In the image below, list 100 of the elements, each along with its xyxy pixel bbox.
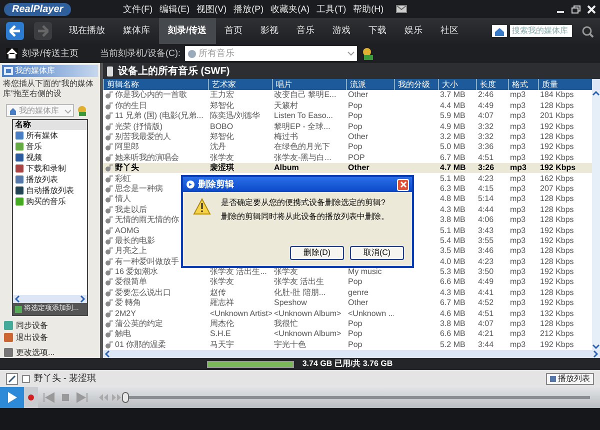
column-header[interactable]: 大小 bbox=[438, 79, 476, 90]
table-cell: mp3 bbox=[510, 288, 526, 298]
home-link[interactable]: 刻录/传送主页 bbox=[22, 46, 96, 60]
music-note-icon bbox=[105, 288, 113, 297]
table-cell: 4:44 bbox=[478, 204, 494, 215]
table-cell: 5.1 MB bbox=[440, 226, 466, 236]
music-note-icon bbox=[105, 226, 113, 234]
table-cell: 192 Kbps bbox=[540, 152, 574, 163]
table-cell: mp3 bbox=[510, 142, 526, 152]
restore-icon[interactable] bbox=[571, 4, 581, 14]
table-cell: 128 Kbps bbox=[540, 246, 574, 256]
table-cell: mp3 bbox=[510, 329, 526, 340]
table-cell: genre bbox=[348, 288, 368, 298]
table-cell: 5.1 MB bbox=[440, 174, 466, 184]
back-button-icon[interactable] bbox=[6, 22, 24, 40]
menu-item[interactable]: 编辑(E) bbox=[160, 3, 190, 15]
music-note-icon bbox=[105, 122, 113, 131]
menu-item[interactable]: 播放(P) bbox=[234, 3, 264, 15]
column-header[interactable]: 唱片 bbox=[272, 79, 346, 90]
list-item[interactable]: 视频 bbox=[26, 152, 42, 163]
nav-tab[interactable]: 影视 bbox=[252, 18, 288, 44]
add-icon bbox=[15, 306, 22, 312]
nav-tab[interactable]: 娱乐 bbox=[396, 18, 432, 44]
table-cell: 3.7 MB bbox=[440, 90, 466, 100]
table-cell: 4:06 bbox=[478, 215, 494, 226]
table-cell: 192 Kbps bbox=[540, 267, 574, 278]
table-cell: 162 Kbps bbox=[540, 174, 574, 184]
table-cell: mp3 bbox=[510, 122, 526, 132]
column-header[interactable]: 我的分级 bbox=[394, 79, 438, 90]
table-cell: 4.3 MB bbox=[440, 288, 466, 298]
record-button-icon[interactable] bbox=[24, 387, 38, 408]
table-cell: Other bbox=[348, 163, 370, 174]
table-cell: 4:49 bbox=[478, 100, 494, 111]
nav-tab[interactable]: 首页 bbox=[216, 18, 252, 44]
horizontal-scrollbar[interactable] bbox=[13, 295, 87, 303]
table-cell: 5.0 MB bbox=[440, 142, 466, 152]
menu-item[interactable]: 文件(F) bbox=[123, 3, 153, 15]
column-header[interactable]: 长度 bbox=[476, 79, 508, 90]
mail-icon[interactable] bbox=[396, 5, 407, 13]
slider-thumb[interactable] bbox=[122, 392, 129, 403]
music-note-icon bbox=[105, 206, 113, 214]
menu-item[interactable]: 帮助(H) bbox=[353, 3, 384, 15]
nav-tab[interactable]: 社区 bbox=[432, 18, 468, 44]
table-cell: mp3 bbox=[510, 194, 526, 204]
table-cell: Listen To Easo... bbox=[274, 111, 333, 122]
table-cell: 有一种爱叫做放手 bbox=[115, 256, 179, 267]
table-cell: Pop bbox=[348, 111, 362, 122]
table-cell: 你是我心内的一首歌 bbox=[115, 90, 187, 100]
close-icon[interactable] bbox=[587, 4, 596, 14]
table-cell: 周杰伦 bbox=[210, 319, 234, 330]
vertical-scrollbar[interactable] bbox=[592, 90, 600, 350]
column-header[interactable]: 流派 bbox=[346, 79, 394, 90]
table-cell: 无情的雨无情的你 bbox=[115, 215, 179, 226]
table-cell: 爱 轉角 bbox=[115, 298, 142, 308]
list-item[interactable]: 播放列表 bbox=[26, 174, 58, 185]
column-header[interactable]: 艺术家 bbox=[208, 79, 272, 90]
nav-tab[interactable]: 刻录/传送 bbox=[159, 18, 216, 44]
scroll-right-icon bbox=[593, 350, 599, 358]
checkbox-icon bbox=[22, 374, 30, 382]
table-cell: Pop bbox=[348, 100, 362, 111]
table-cell: 3:36 bbox=[478, 142, 494, 152]
nav-tab[interactable]: 媒体库 bbox=[114, 18, 159, 44]
table-cell: 王力宏 bbox=[210, 90, 234, 100]
nav-tab[interactable]: 现在播放 bbox=[60, 18, 114, 44]
sidebar-action[interactable]: 退出设备 bbox=[4, 332, 96, 343]
music-note-icon bbox=[105, 143, 113, 152]
column-header[interactable]: 格式 bbox=[508, 79, 538, 90]
list-item[interactable]: 音乐 bbox=[26, 142, 42, 152]
edit-icon[interactable] bbox=[6, 372, 18, 384]
nav-tab[interactable]: 音乐 bbox=[288, 18, 324, 44]
menu-item[interactable]: 视图(V) bbox=[196, 3, 227, 15]
table-cell: 4:07 bbox=[478, 111, 494, 122]
home-icon[interactable] bbox=[6, 48, 18, 59]
dropdown-value: 我的媒体库 bbox=[19, 104, 60, 117]
playlist-button[interactable]: 播放列表 bbox=[546, 372, 594, 384]
table-cell: 128 Kbps bbox=[540, 132, 574, 142]
search-field[interactable]: 搜索我的媒体库 bbox=[510, 25, 572, 37]
search-icon[interactable] bbox=[581, 24, 594, 38]
dialog-button[interactable]: 删除(D) bbox=[290, 246, 344, 260]
list-item[interactable]: 所有媒体 bbox=[26, 130, 58, 141]
sidebar-action[interactable]: 更改选项... bbox=[4, 347, 96, 358]
menu-item[interactable]: 工具(T) bbox=[316, 3, 346, 15]
play-button-icon[interactable] bbox=[0, 387, 24, 408]
nav-tab[interactable]: 下载 bbox=[360, 18, 396, 44]
nav-tab[interactable]: 游戏 bbox=[324, 18, 360, 44]
list-item[interactable]: 购买的音乐 bbox=[26, 196, 66, 207]
horizontal-scrollbar[interactable] bbox=[103, 350, 600, 358]
table-cell: mp3 bbox=[510, 308, 526, 319]
table-cell: mp3 bbox=[510, 256, 526, 267]
table-cell: 爱要怎么说出口 bbox=[115, 288, 171, 298]
list-item[interactable]: 自动播放列表 bbox=[26, 186, 74, 196]
table-cell: mp3 bbox=[510, 132, 526, 142]
list-icon bbox=[550, 376, 556, 382]
sidebar-action[interactable]: 同步设备 bbox=[4, 320, 96, 331]
selected-row[interactable]: 野丫头 裴涩琪 Album Other 4.7 MB 3:26 mp3 192 Kbps bbox=[103, 162, 592, 174]
column-header[interactable]: 剪辑名称 bbox=[103, 79, 208, 90]
dialog-button[interactable]: 取消(C) bbox=[350, 246, 404, 260]
list-item[interactable]: 下载和录制 bbox=[26, 164, 66, 174]
menu-item[interactable]: 收藏夹(A) bbox=[270, 3, 310, 15]
close-button[interactable] bbox=[397, 178, 409, 190]
